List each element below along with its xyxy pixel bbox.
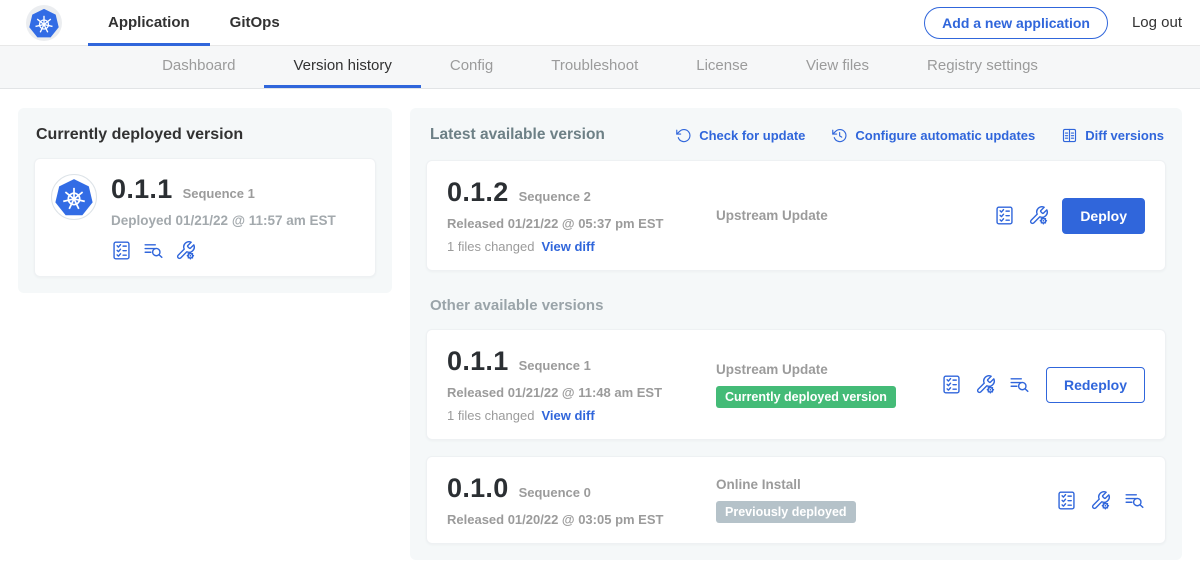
deploy-logs-icon[interactable] [143, 240, 164, 261]
tab-application[interactable]: Application [88, 0, 210, 46]
version-history-page: Currently deployed version 0.1.1 Sequenc… [0, 89, 1200, 564]
configure-automatic-updates-link[interactable]: Configure automatic updates [831, 127, 1035, 144]
version-number: 0.1.0 [447, 473, 509, 504]
tab-gitops[interactable]: GitOps [210, 0, 300, 46]
scheduled-refresh-icon [831, 127, 848, 144]
diff-icon [1061, 127, 1078, 144]
deployed-version-card: 0.1.1 Sequence 1 Deployed 01/21/22 @ 11:… [34, 158, 376, 277]
app-icon-badge [51, 174, 97, 220]
top-header: Application GitOps Add a new application… [0, 0, 1200, 46]
app-subnav: Dashboard Version history Config Trouble… [0, 46, 1200, 89]
check-for-update-link[interactable]: Check for update [675, 127, 805, 144]
version-source-label: Upstream Update [716, 362, 941, 377]
add-application-button[interactable]: Add a new application [924, 7, 1108, 39]
check-for-update-label: Check for update [699, 128, 805, 143]
deployed-sequence-label: Sequence 1 [183, 186, 255, 201]
sequence-label: Sequence 1 [519, 358, 591, 373]
view-diff-link[interactable]: View diff [541, 239, 594, 254]
files-changed-label: 1 files changed [447, 408, 534, 423]
config-icon[interactable] [1028, 205, 1049, 226]
logout-button[interactable]: Log out [1132, 14, 1182, 31]
currently-deployed-title: Currently deployed version [36, 126, 376, 144]
diff-versions-link[interactable]: Diff versions [1061, 127, 1164, 144]
files-changed-label: 1 files changed [447, 239, 534, 254]
tab-application-label: Application [108, 14, 190, 31]
released-timestamp: Released 01/21/22 @ 11:48 am EST [447, 385, 702, 400]
currently-deployed-badge: Currently deployed version [716, 386, 896, 408]
deploy-button[interactable]: Deploy [1062, 198, 1145, 234]
diff-versions-label: Diff versions [1085, 128, 1164, 143]
other-versions-title: Other available versions [430, 297, 1164, 314]
available-versions-panel: Latest available version Check for updat… [410, 108, 1182, 560]
subnav-tab-view-files[interactable]: View files [777, 46, 898, 88]
kubernetes-logo-icon [29, 8, 59, 38]
app-logo [26, 5, 62, 41]
preflight-checks-icon[interactable] [111, 240, 132, 261]
currently-deployed-panel: Currently deployed version 0.1.1 Sequenc… [18, 108, 392, 293]
subnav-tab-troubleshoot[interactable]: Troubleshoot [522, 46, 667, 88]
version-source-label: Upstream Update [716, 208, 994, 223]
tab-gitops-label: GitOps [230, 14, 280, 31]
deploy-logs-icon[interactable] [1124, 490, 1145, 511]
version-source-label: Online Install [716, 477, 1056, 492]
deployed-version-number: 0.1.1 [111, 174, 173, 205]
deploy-logs-icon[interactable] [1009, 374, 1030, 395]
released-timestamp: Released 01/21/22 @ 05:37 pm EST [447, 216, 702, 231]
configure-automatic-updates-label: Configure automatic updates [855, 128, 1035, 143]
subnav-tab-version-history[interactable]: Version history [264, 46, 420, 88]
previously-deployed-badge: Previously deployed [716, 501, 856, 523]
subnav-tab-registry-settings[interactable]: Registry settings [898, 46, 1067, 88]
redeploy-button[interactable]: Redeploy [1046, 367, 1145, 403]
kubernetes-logo-icon [55, 178, 93, 216]
config-icon[interactable] [1090, 490, 1111, 511]
released-timestamp: Released 01/20/22 @ 03:05 pm EST [447, 512, 702, 527]
sequence-label: Sequence 0 [519, 485, 591, 500]
refresh-icon [675, 127, 692, 144]
config-icon[interactable] [175, 240, 196, 261]
subnav-tab-dashboard[interactable]: Dashboard [133, 46, 264, 88]
preflight-checks-icon[interactable] [1056, 490, 1077, 511]
version-card-0-1-1: 0.1.1 Sequence 1 Released 01/21/22 @ 11:… [426, 329, 1166, 440]
version-number: 0.1.1 [447, 346, 509, 377]
subnav-tab-config[interactable]: Config [421, 46, 522, 88]
sequence-label: Sequence 2 [519, 189, 591, 204]
version-card-0-1-2: 0.1.2 Sequence 2 Released 01/21/22 @ 05:… [426, 160, 1166, 271]
subnav-tab-license[interactable]: License [667, 46, 777, 88]
deployed-timestamp: Deployed 01/21/22 @ 11:57 am EST [111, 213, 336, 228]
version-number: 0.1.2 [447, 177, 509, 208]
preflight-checks-icon[interactable] [941, 374, 962, 395]
view-diff-link[interactable]: View diff [541, 408, 594, 423]
preflight-checks-icon[interactable] [994, 205, 1015, 226]
config-icon[interactable] [975, 374, 996, 395]
latest-available-title: Latest available version [430, 126, 605, 144]
version-card-0-1-0: 0.1.0 Sequence 0 Released 01/20/22 @ 03:… [426, 456, 1166, 544]
